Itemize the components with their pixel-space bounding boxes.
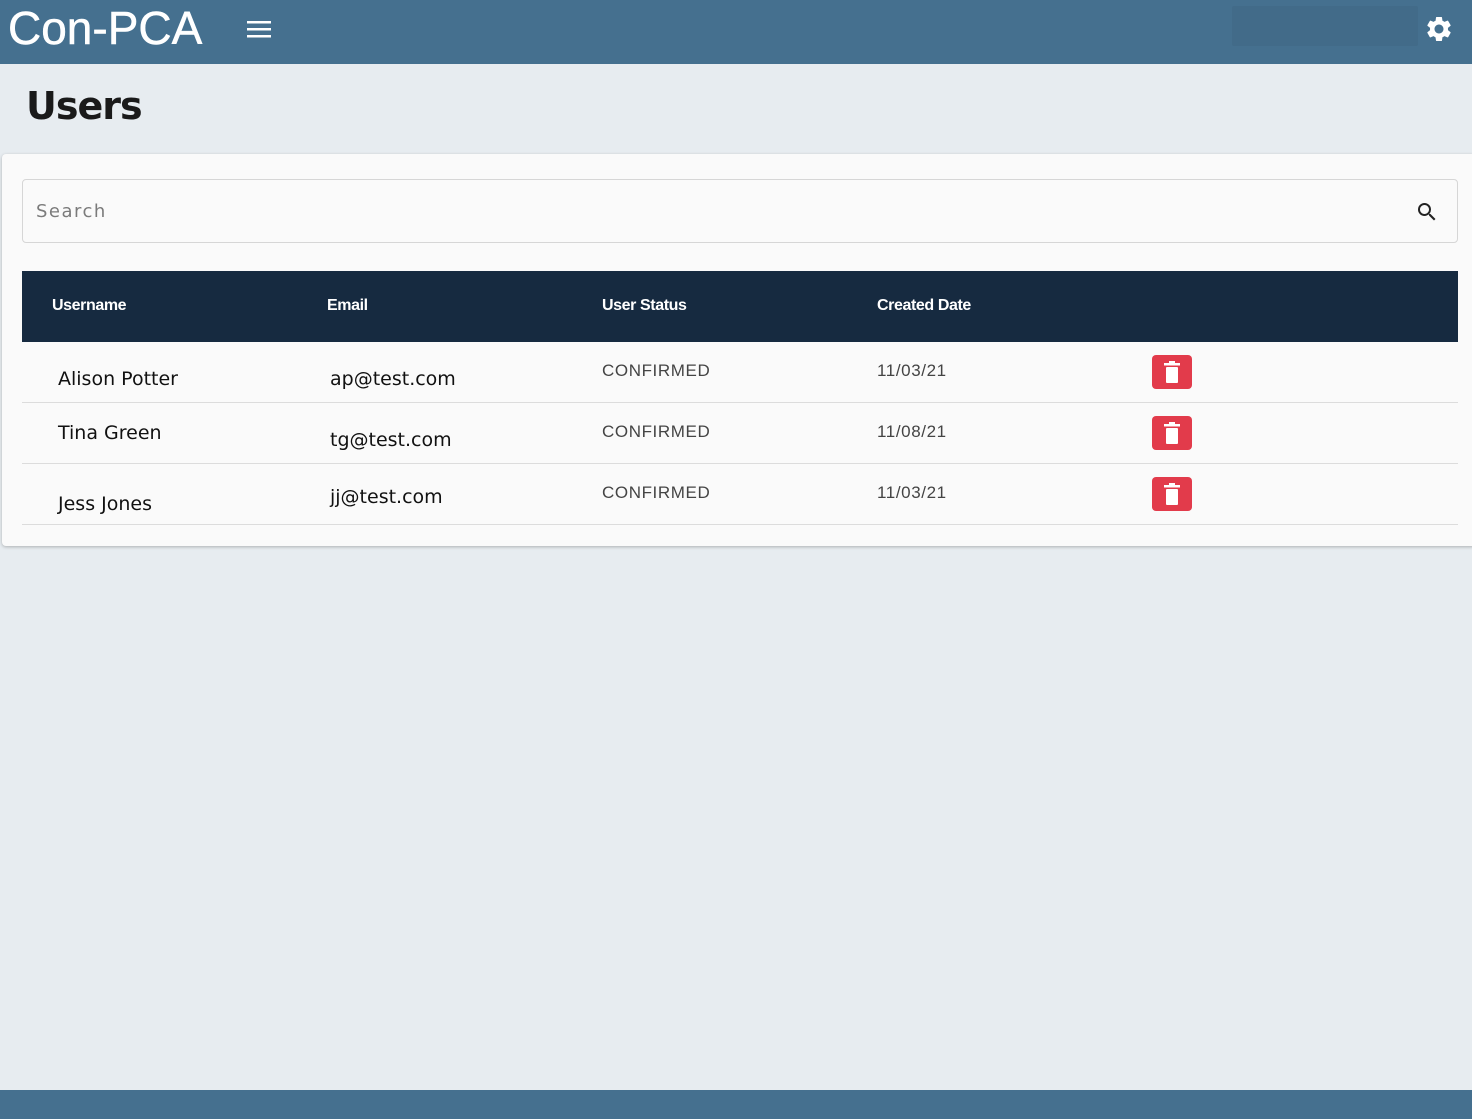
column-header-username[interactable]: Username bbox=[52, 297, 127, 315]
trash-icon bbox=[1164, 422, 1180, 444]
table-row[interactable]: Jess Jones jj@test.com CONFIRMED 11/03/2… bbox=[22, 464, 1458, 525]
hamburger-menu-icon[interactable] bbox=[244, 16, 274, 44]
created-date-cell: 11/03/21 bbox=[877, 361, 947, 380]
email-cell: ap@test.com bbox=[330, 368, 456, 390]
username-cell: Jess Jones bbox=[58, 493, 152, 515]
users-table: Username Email User Status Created Date … bbox=[22, 271, 1458, 525]
email-cell: jj@test.com bbox=[330, 486, 443, 508]
column-header-user-status[interactable]: User Status bbox=[602, 297, 687, 315]
user-status-cell: CONFIRMED bbox=[602, 483, 711, 502]
delete-user-button[interactable] bbox=[1152, 477, 1192, 511]
page-title: Users bbox=[26, 84, 143, 128]
search-icon[interactable] bbox=[1415, 200, 1439, 224]
column-header-email[interactable]: Email bbox=[327, 297, 368, 315]
app-logo[interactable]: Con-PCA bbox=[8, 0, 203, 56]
email-cell: tg@test.com bbox=[330, 429, 452, 451]
app-logo-text: Con-PCA bbox=[8, 2, 203, 55]
created-date-cell: 11/03/21 bbox=[877, 483, 947, 502]
delete-user-button[interactable] bbox=[1152, 416, 1192, 450]
search-input[interactable] bbox=[24, 181, 1404, 241]
gear-icon[interactable] bbox=[1424, 14, 1454, 44]
username-cell: Alison Potter bbox=[58, 368, 178, 390]
table-row[interactable]: Tina Green tg@test.com CONFIRMED 11/08/2… bbox=[22, 403, 1458, 464]
user-account-area[interactable] bbox=[1232, 6, 1418, 46]
user-status-cell: CONFIRMED bbox=[602, 361, 711, 380]
created-date-cell: 11/08/21 bbox=[877, 422, 947, 441]
search-field bbox=[22, 179, 1458, 243]
table-row[interactable]: Alison Potter ap@test.com CONFIRMED 11/0… bbox=[22, 342, 1458, 403]
trash-icon bbox=[1164, 483, 1180, 505]
username-cell: Tina Green bbox=[58, 422, 162, 444]
footer-bar bbox=[0, 1090, 1472, 1119]
trash-icon bbox=[1164, 361, 1180, 383]
users-card: Username Email User Status Created Date … bbox=[2, 154, 1472, 546]
user-status-cell: CONFIRMED bbox=[602, 422, 711, 441]
table-header: Username Email User Status Created Date bbox=[22, 271, 1458, 342]
top-app-bar: Con-PCA bbox=[0, 0, 1472, 64]
column-header-created-date[interactable]: Created Date bbox=[877, 297, 971, 315]
delete-user-button[interactable] bbox=[1152, 355, 1192, 389]
